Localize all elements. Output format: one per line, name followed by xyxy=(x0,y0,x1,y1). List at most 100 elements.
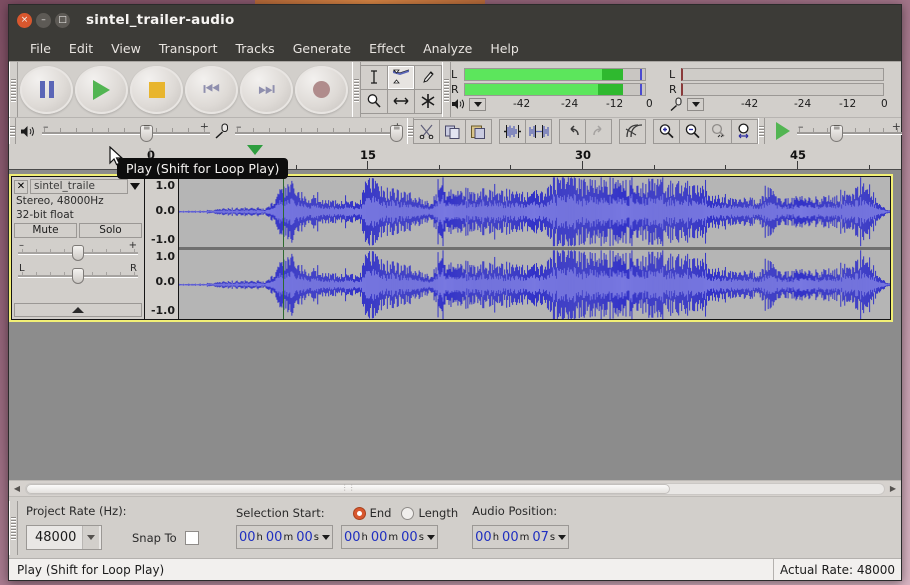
input-volume-slider[interactable]: – + xyxy=(235,120,403,142)
start-time-chevron-down-icon[interactable] xyxy=(321,526,331,548)
play-speed-grip[interactable] xyxy=(758,118,765,144)
end-time-chevron-down-icon[interactable] xyxy=(426,526,436,548)
menu-generate[interactable]: Generate xyxy=(284,39,360,58)
output-volume-thumb[interactable] xyxy=(140,123,153,142)
zoom-tool-button[interactable] xyxy=(360,88,388,114)
output-volume-slider[interactable]: – + xyxy=(42,120,210,142)
selection-start-time-field[interactable]: 00 h 00 m 00 s xyxy=(236,525,333,549)
end-radio-button[interactable] xyxy=(352,506,366,520)
close-window-button[interactable]: × xyxy=(17,12,32,28)
envelope-tool-button[interactable] xyxy=(387,64,415,90)
skip-to-end-button[interactable]: ⏭ xyxy=(240,65,293,114)
selection-end-time-field[interactable]: 00 h 00 m 00 s xyxy=(340,525,438,549)
menu-edit[interactable]: Edit xyxy=(60,39,102,58)
waveform-left-svg xyxy=(179,177,890,247)
track-gain-thumb[interactable] xyxy=(72,245,84,261)
track-gain-slider[interactable]: – + xyxy=(16,240,140,261)
project-rate-combo[interactable]: 48000 xyxy=(26,525,102,550)
record-meter-menu-button[interactable] xyxy=(687,97,704,111)
timeshift-tool-button[interactable] xyxy=(387,88,415,114)
track-mute-button[interactable]: Mute xyxy=(14,223,77,238)
cut-button[interactable] xyxy=(413,118,440,144)
undo-button[interactable] xyxy=(559,118,586,144)
silence-audio-selection-button[interactable] xyxy=(525,118,552,144)
record-button[interactable] xyxy=(295,65,348,114)
record-meter-row-l: L xyxy=(669,68,884,82)
menu-transport[interactable]: Transport xyxy=(150,39,227,58)
paste-button[interactable] xyxy=(465,118,492,144)
playback-meter-grip[interactable] xyxy=(442,62,451,117)
audio-position-chevron-down-icon[interactable] xyxy=(557,526,567,548)
arrows-horizontal-icon xyxy=(393,97,409,105)
play-at-speed-button[interactable] xyxy=(768,119,797,144)
start-s-unit: s xyxy=(313,531,319,543)
minimize-window-button[interactable]: – xyxy=(36,12,51,28)
track-name-label[interactable]: sintel_traile xyxy=(30,179,128,194)
play-button-tooltip: Play (Shift for Loop Play) xyxy=(117,158,289,179)
zoom-out-button[interactable] xyxy=(679,118,706,144)
pause-button[interactable] xyxy=(20,65,73,114)
track-solo-button[interactable]: Solo xyxy=(79,223,142,238)
track-waveform-area[interactable] xyxy=(179,177,890,319)
sync-lock-tracks-button[interactable] xyxy=(619,118,646,144)
copy-button[interactable] xyxy=(439,118,466,144)
waveform-left-channel[interactable] xyxy=(179,177,890,247)
envelope-icon xyxy=(392,69,410,83)
horizontal-scrollbar[interactable]: ◀ ▶ xyxy=(9,480,901,496)
playback-clip-line-r xyxy=(639,84,642,95)
trim-outside-selection-button[interactable] xyxy=(499,118,526,144)
playhead-triangle[interactable] xyxy=(247,145,263,155)
transport-toolbar-grip[interactable] xyxy=(9,62,18,117)
scissors-icon xyxy=(419,124,434,139)
menu-help[interactable]: Help xyxy=(481,39,528,58)
vscale-bottom-l: -1.0 xyxy=(150,233,175,246)
playback-meter[interactable]: L R -42 -24 -12 0 xyxy=(451,66,653,114)
scroll-right-arrow[interactable]: ▶ xyxy=(885,482,901,496)
record-meter[interactable]: L R -42 -24 -12 0 xyxy=(669,66,888,114)
track-close-button[interactable]: ✕ xyxy=(14,179,28,194)
track-pan-slider[interactable]: L R xyxy=(16,263,140,284)
play-button[interactable] xyxy=(75,65,128,114)
zoom-in-button[interactable] xyxy=(653,118,680,144)
playback-meter-label-l: L xyxy=(451,68,458,81)
track-vertical-ruler[interactable]: 1.0 0.0 -1.0 1.0 0.0 -1.0 xyxy=(145,177,179,319)
waveform-right-channel[interactable] xyxy=(179,249,890,319)
track-menu-chevron-down-icon[interactable] xyxy=(130,183,140,190)
track-collapse-button[interactable] xyxy=(14,303,142,317)
snap-to-checkbox[interactable] xyxy=(184,530,199,545)
audio-position-time-field[interactable]: 00 h 00 m 07 s xyxy=(472,525,570,549)
input-volume-thumb[interactable] xyxy=(390,123,403,142)
scrollbar-track[interactable] xyxy=(25,482,885,495)
selection-toolbar-grip[interactable] xyxy=(9,501,18,555)
speaker-icon xyxy=(452,99,464,109)
menu-analyze[interactable]: Analyze xyxy=(414,39,481,58)
waveform-right-svg xyxy=(179,249,890,319)
playback-peak-r xyxy=(598,84,624,95)
project-rate-chevron-down-icon[interactable] xyxy=(82,526,99,549)
menu-view[interactable]: View xyxy=(102,39,150,58)
track-pan-thumb[interactable] xyxy=(72,268,84,284)
stop-button[interactable] xyxy=(130,65,183,114)
scrollbar-thumb[interactable] xyxy=(26,483,670,494)
playback-meter-label-r: R xyxy=(451,83,459,96)
maximize-window-button[interactable]: □ xyxy=(55,12,70,28)
skip-to-start-button[interactable]: ⏮ xyxy=(185,65,238,114)
selection-tool-button[interactable] xyxy=(360,64,388,90)
play-icon xyxy=(93,79,110,100)
multi-tool-button[interactable] xyxy=(414,88,442,114)
fit-project-button[interactable] xyxy=(731,118,758,144)
scroll-left-arrow[interactable]: ◀ xyxy=(9,482,25,496)
length-radio-button[interactable] xyxy=(401,506,415,520)
redo-button[interactable] xyxy=(585,118,612,144)
menu-effect[interactable]: Effect xyxy=(360,39,414,58)
draw-tool-button[interactable] xyxy=(414,64,442,90)
play-speed-slider[interactable]: – + xyxy=(797,120,902,142)
menu-tracks[interactable]: Tracks xyxy=(226,39,283,58)
fit-selection-button[interactable] xyxy=(705,118,732,144)
play-speed-thumb[interactable] xyxy=(830,123,843,142)
skip-end-icon: ⏭ xyxy=(257,78,276,100)
mixer-toolbar-grip[interactable] xyxy=(9,118,16,144)
menu-file[interactable]: File xyxy=(21,39,60,58)
start-m-unit: m xyxy=(283,531,294,543)
playback-meter-menu-button[interactable] xyxy=(469,97,486,111)
